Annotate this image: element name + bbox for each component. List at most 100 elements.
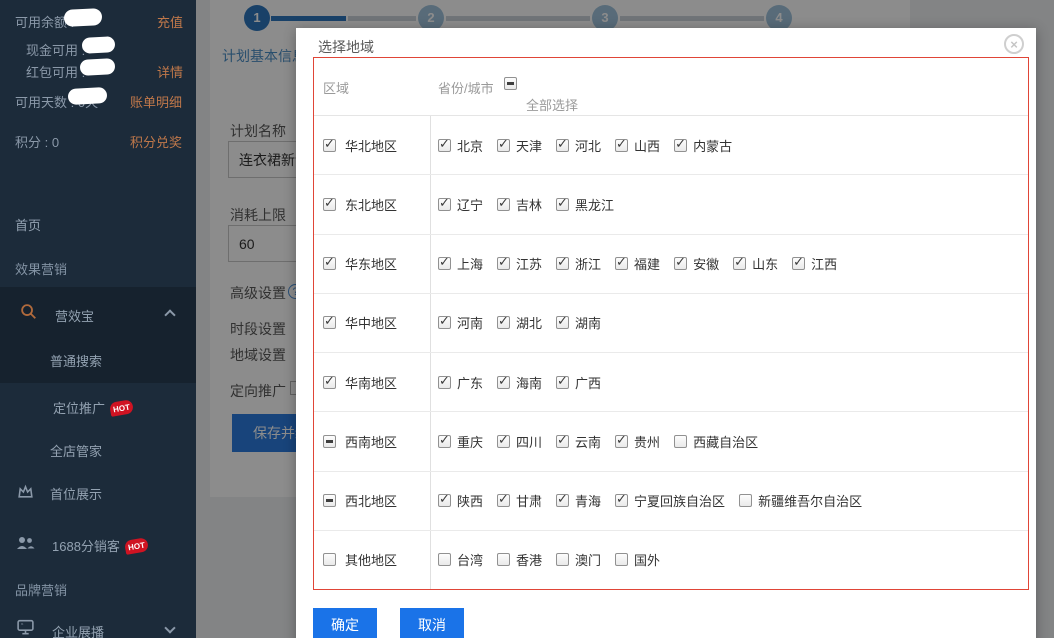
region-checkbox[interactable] bbox=[323, 376, 336, 389]
province-checkbox[interactable] bbox=[556, 139, 569, 152]
province-checkbox[interactable] bbox=[438, 553, 451, 566]
province-checkbox[interactable] bbox=[615, 435, 628, 448]
details-link[interactable]: 详情 bbox=[157, 62, 183, 81]
province-checkbox[interactable] bbox=[556, 316, 569, 329]
province-checkbox[interactable] bbox=[438, 376, 451, 389]
billing-link[interactable]: 账单明细 bbox=[130, 92, 182, 111]
sidebar-item-top-display[interactable]: 首位展示 bbox=[50, 484, 102, 503]
table-row: 东北地区 辽宁 吉林 黑龙江 bbox=[314, 175, 1028, 234]
province-checkbox[interactable] bbox=[497, 257, 510, 270]
points-label: 积分 : 0 bbox=[15, 132, 59, 151]
sidebar-item-brand-marketing[interactable]: 品牌营销 bbox=[15, 580, 67, 599]
province-checkbox[interactable] bbox=[438, 139, 451, 152]
province-cell: 上海 江苏 浙江 福建 安徽 山东 江西 bbox=[431, 235, 1028, 293]
region-checkbox[interactable] bbox=[323, 553, 336, 566]
province-label: 浙江 bbox=[575, 254, 601, 273]
chevron-down-icon[interactable] bbox=[164, 622, 175, 633]
region-label: 华东地区 bbox=[345, 254, 397, 273]
province-checkbox[interactable] bbox=[792, 257, 805, 270]
select-all-checkbox[interactable] bbox=[504, 77, 517, 90]
redacted-balance bbox=[64, 8, 103, 27]
province-checkbox[interactable] bbox=[674, 257, 687, 270]
app-screen: 可用余额 : 充值 现金可用 : 红包可用 : 详情 可用天数 : 0天 账单明… bbox=[0, 0, 1054, 638]
region-cell: 华中地区 bbox=[314, 294, 431, 352]
region-checkbox[interactable] bbox=[323, 494, 336, 507]
confirm-button[interactable]: 确定 bbox=[313, 608, 377, 638]
province-checkbox[interactable] bbox=[438, 198, 451, 211]
close-icon[interactable]: × bbox=[1004, 34, 1024, 54]
province-checkbox[interactable] bbox=[497, 198, 510, 211]
province-checkbox[interactable] bbox=[674, 435, 687, 448]
province-checkbox[interactable] bbox=[615, 553, 628, 566]
province-cell: 河南 湖北 湖南 bbox=[431, 294, 1028, 352]
region-label: 西南地区 bbox=[345, 432, 397, 451]
province-checkbox[interactable] bbox=[497, 435, 510, 448]
sidebar-item-enterprise-show[interactable]: 企业展播 bbox=[52, 622, 104, 638]
search-icon bbox=[20, 303, 38, 324]
province-checkbox[interactable] bbox=[438, 435, 451, 448]
province-checkbox[interactable] bbox=[497, 553, 510, 566]
sidebar-item-yingxiaobao[interactable]: 营效宝 bbox=[55, 306, 94, 325]
province-label: 香港 bbox=[516, 550, 542, 569]
province-label: 贵州 bbox=[634, 432, 660, 451]
region-checkbox[interactable] bbox=[323, 198, 336, 211]
cancel-button[interactable]: 取消 bbox=[400, 608, 464, 638]
sidebar-item-home[interactable]: 首页 bbox=[15, 215, 41, 234]
table-header: 区域 省份/城市 全部选择 bbox=[314, 58, 1028, 116]
province-checkbox[interactable] bbox=[438, 316, 451, 329]
province-checkbox[interactable] bbox=[739, 494, 752, 507]
recharge-link[interactable]: 充值 bbox=[157, 12, 183, 31]
province-cell: 北京 天津 河北 山西 内蒙古 bbox=[431, 116, 1028, 174]
region-checkbox[interactable] bbox=[323, 316, 336, 329]
region-label: 华中地区 bbox=[345, 313, 397, 332]
province-checkbox[interactable] bbox=[615, 494, 628, 507]
region-checkbox[interactable] bbox=[323, 435, 336, 448]
province-label: 广东 bbox=[457, 373, 483, 392]
modal-title: 选择地域 bbox=[318, 37, 374, 57]
province-label: 上海 bbox=[457, 254, 483, 273]
region-label: 华北地区 bbox=[345, 136, 397, 155]
table-body: 华北地区 北京 天津 河北 山西 内蒙古 东北地区 bbox=[314, 116, 1028, 589]
sidebar-item-targeted-promo[interactable]: 定位推广HOT bbox=[53, 398, 133, 417]
table-row: 西南地区 重庆 四川 云南 贵州 西藏自治区 bbox=[314, 412, 1028, 471]
province-checkbox[interactable] bbox=[556, 257, 569, 270]
province-checkbox[interactable] bbox=[556, 494, 569, 507]
province-checkbox[interactable] bbox=[556, 435, 569, 448]
province-label: 湖北 bbox=[516, 313, 542, 332]
column-header-province: 省份/城市 bbox=[438, 78, 494, 97]
province-checkbox[interactable] bbox=[615, 139, 628, 152]
region-label: 东北地区 bbox=[345, 195, 397, 214]
province-checkbox[interactable] bbox=[497, 494, 510, 507]
province-label: 澳门 bbox=[575, 550, 601, 569]
province-checkbox[interactable] bbox=[615, 257, 628, 270]
hot-badge: HOT bbox=[124, 537, 149, 555]
region-cell: 华北地区 bbox=[314, 116, 431, 174]
crown-icon bbox=[16, 482, 35, 504]
province-label: 辽宁 bbox=[457, 195, 483, 214]
table-row: 西北地区 陕西 甘肃 青海 宁夏回族自治区 新疆维吾尔自治区 bbox=[314, 472, 1028, 531]
province-checkbox[interactable] bbox=[556, 553, 569, 566]
province-checkbox[interactable] bbox=[438, 257, 451, 270]
province-label: 山东 bbox=[752, 254, 778, 273]
province-checkbox[interactable] bbox=[674, 139, 687, 152]
province-checkbox[interactable] bbox=[497, 376, 510, 389]
province-checkbox[interactable] bbox=[556, 198, 569, 211]
redpacket-label: 红包可用 : bbox=[26, 62, 85, 81]
sidebar-item-store-manager[interactable]: 全店管家 bbox=[50, 441, 102, 460]
points-redeem-link[interactable]: 积分兑奖 bbox=[130, 132, 182, 151]
province-checkbox[interactable] bbox=[438, 494, 451, 507]
sidebar-item-effect-marketing[interactable]: 效果营销 bbox=[15, 259, 67, 278]
redacted-cash bbox=[82, 36, 116, 54]
sidebar-item-normal-search[interactable]: 普通搜索 bbox=[50, 351, 102, 370]
people-icon bbox=[15, 533, 36, 556]
province-checkbox[interactable] bbox=[556, 376, 569, 389]
region-cell: 其他地区 bbox=[314, 531, 431, 589]
region-select-modal: 选择地域 × 区域 省份/城市 全部选择 华北地区 北京 天津 bbox=[296, 28, 1036, 638]
region-checkbox[interactable] bbox=[323, 257, 336, 270]
sidebar-item-fenxiaoke[interactable]: 1688分销客HOT bbox=[52, 536, 148, 555]
province-label: 甘肃 bbox=[516, 491, 542, 510]
province-checkbox[interactable] bbox=[497, 139, 510, 152]
region-checkbox[interactable] bbox=[323, 139, 336, 152]
province-checkbox[interactable] bbox=[497, 316, 510, 329]
province-checkbox[interactable] bbox=[733, 257, 746, 270]
